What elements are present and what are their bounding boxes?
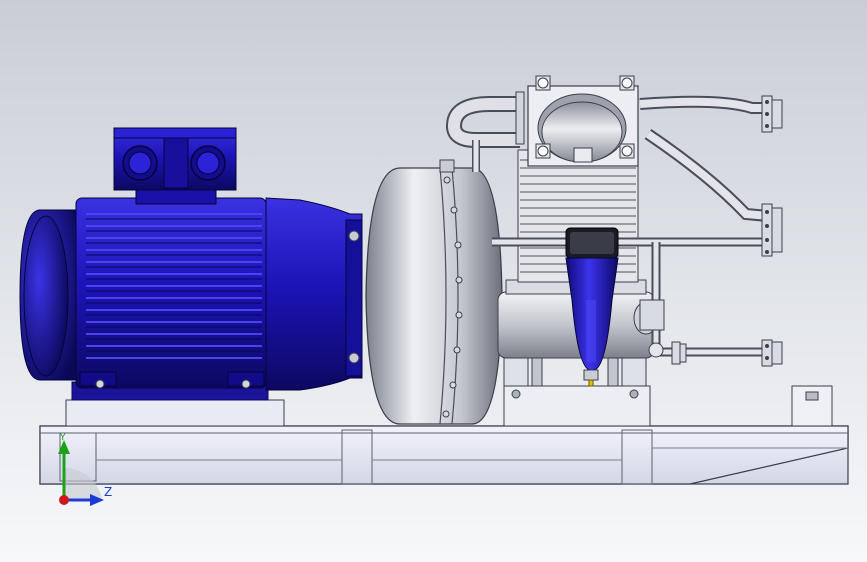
triad-z-label: Z <box>104 485 113 499</box>
terminal-box <box>113 127 237 205</box>
outlet-flanges <box>671 95 783 367</box>
cylinder-head <box>527 75 639 167</box>
cad-viewport[interactable]: Y Z <box>0 0 867 562</box>
triad-y-label: Y <box>60 433 66 443</box>
bell-housing <box>365 159 503 425</box>
motor-mount-plate <box>65 381 285 427</box>
triad-origin <box>59 495 69 505</box>
pump-assembly-scene <box>19 75 849 506</box>
electric-motor <box>19 197 363 391</box>
